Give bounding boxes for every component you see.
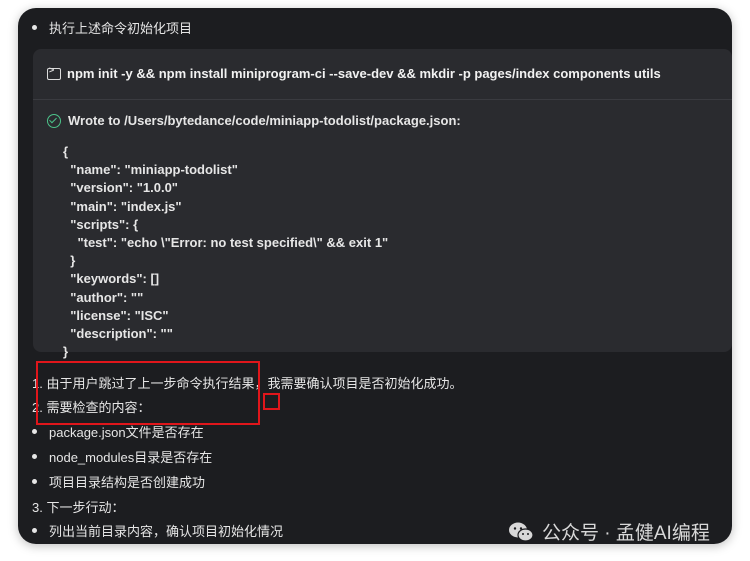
output-line: "main": "index.js" <box>63 198 182 214</box>
output-line: "name": "miniapp-todolist" <box>63 162 238 178</box>
check-circle-icon <box>47 113 61 128</box>
bullet-dot <box>32 25 37 30</box>
bullet-dot <box>32 429 37 434</box>
command-text: npm init -y && npm install miniprogram-c… <box>67 66 661 81</box>
output-line: "keywords": [] <box>63 271 160 287</box>
output-line: } <box>63 344 69 360</box>
command-status: Wrote to /Users/bytedance/code/miniapp-t… <box>47 113 461 128</box>
watermark: 公众号 · 孟健AI编程 <box>508 518 710 544</box>
list-item: 列出当前目录内容，确认项目初始化情况 <box>32 521 283 540</box>
list-item: node_modules目录是否存在 <box>32 447 212 466</box>
bullet-dot <box>32 479 37 484</box>
command-output: { "name": "miniapp-todolist" "version": … <box>63 143 388 361</box>
check-item: 项目目录结构是否创建成功 <box>49 475 206 490</box>
output-line: { <box>63 144 69 159</box>
list-item: 项目目录结构是否创建成功 <box>32 472 205 491</box>
divider <box>33 99 732 100</box>
output-line: "license": "ISC" <box>63 307 169 323</box>
bullet-dot <box>32 528 37 533</box>
wechat-icon <box>509 522 534 542</box>
next-action-item: 列出当前目录内容，确认项目初始化情况 <box>49 524 284 539</box>
list-item: 执行上述命令初始化项目 <box>32 18 192 37</box>
command-block: npm init -y && npm install miniprogram-c… <box>33 49 732 359</box>
bullet-dot <box>32 454 37 459</box>
command-header[interactable]: npm init -y && npm install miniprogram-c… <box>47 65 661 81</box>
chat-panel: 执行上述命令初始化项目 npm init -y && npm install m… <box>18 8 732 544</box>
output-line: "description": "" <box>63 326 173 342</box>
status-text: Wrote to /Users/bytedance/code/miniapp-t… <box>68 113 461 128</box>
output-line: } <box>63 253 76 269</box>
output-line: "test": "echo \"Error: no test specified… <box>63 235 389 251</box>
watermark-text: 公众号 · 孟健AI编程 <box>542 523 710 544</box>
output-line: "version": "1.0.0" <box>63 180 178 196</box>
analysis-item-3: 3. 下一步行动： <box>32 500 125 515</box>
highlight-box <box>36 361 260 425</box>
output-line: "scripts": { <box>63 216 139 232</box>
highlight-box-small <box>263 393 280 410</box>
check-item: node_modules目录是否存在 <box>49 450 213 465</box>
output-line: "author": "" <box>63 289 144 305</box>
terminal-icon <box>47 65 61 80</box>
init-step-text: 执行上述命令初始化项目 <box>49 21 193 36</box>
